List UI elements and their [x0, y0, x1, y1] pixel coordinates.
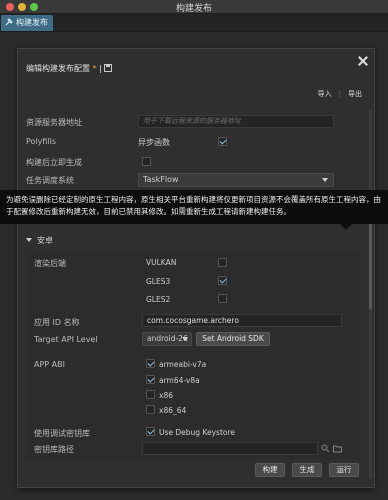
title-pipe: |	[99, 64, 102, 73]
chevron-down-icon	[182, 337, 188, 341]
android-section-header[interactable]: 安卓	[26, 235, 361, 249]
app-id-label: 应用 ID 名称	[34, 318, 80, 327]
abi-x86-64-label: x86_64	[159, 406, 187, 415]
scheduler-value: TaskFlow	[143, 175, 179, 184]
tab-bar: 构建发布	[0, 14, 388, 32]
abi-arm64-v8a-checkbox[interactable]	[146, 375, 155, 384]
build-button[interactable]: 构建	[255, 463, 285, 477]
tab-label: 构建发布	[16, 18, 48, 27]
scrollbar[interactable]	[369, 109, 372, 479]
async-functions-checkbox[interactable]	[218, 137, 227, 146]
debug-keystore-label: 使用调试密钥库	[34, 429, 90, 438]
run-button[interactable]: 运行	[329, 463, 359, 477]
abi-armeabi-v7a-label: armeabi-v7a	[159, 360, 207, 369]
abi-armeabi-v7a-checkbox[interactable]	[146, 359, 155, 368]
keystore-path-label: 密钥库路径	[34, 445, 74, 454]
import-export-bar: 导入 | 导出	[318, 89, 362, 99]
export-button[interactable]: 导出	[348, 90, 362, 98]
abi-x86-checkbox[interactable]	[146, 390, 155, 399]
android-section-label: 安卓	[37, 236, 53, 245]
scheduler-label: 任务调度系统	[26, 176, 74, 185]
tooltip-arrow	[340, 224, 352, 230]
build-publish-window: 构建发布 构建发布 编辑构建发布配置 * | 导入 | 导出 资源服务器地址 用于下…	[0, 0, 388, 500]
android-settings: 渲染后端 VULKAN GLES3 GLES2 应用 ID 名称 com.coc…	[26, 250, 361, 460]
debug-keystore-checkbox[interactable]	[146, 427, 155, 436]
resource-server-label: 资源服务器地址	[26, 118, 82, 127]
backend-vulkan-checkbox[interactable]	[218, 258, 227, 267]
resource-server-row: 资源服务器地址 用于下载远程资源的服务器地址	[26, 115, 366, 129]
backend-gles3-checkbox[interactable]	[218, 276, 227, 285]
build-generate-checkbox[interactable]	[142, 157, 151, 166]
backend-gles3-label: GLES3	[146, 277, 171, 286]
build-icon	[5, 18, 13, 26]
target-api-label: Target API Level	[34, 335, 98, 344]
backend-vulkan-label: VULKAN	[146, 258, 177, 267]
abi-arm64-v8a-label: arm64-v8a	[159, 376, 200, 385]
build-generate-label: 构建后立即生成	[26, 158, 82, 167]
import-button[interactable]: 导入	[318, 90, 332, 98]
close-icon[interactable]	[358, 56, 368, 66]
app-id-input[interactable]: com.cocosgame.archero	[142, 314, 342, 327]
title-bar: 构建发布	[0, 0, 388, 14]
chevron-down-icon	[322, 178, 328, 182]
search-icon[interactable]	[321, 444, 330, 453]
scheduler-row: 任务调度系统 TaskFlow	[26, 173, 366, 187]
render-backend-label: 渲染后端	[34, 259, 66, 268]
abi-x86-label: x86	[159, 391, 173, 400]
dialog-header: 编辑构建发布配置 * |	[18, 49, 374, 89]
app-abi-label: APP ABI	[34, 360, 65, 369]
folder-icon[interactable]	[333, 444, 342, 453]
dialog-title: 编辑构建发布配置 * |	[26, 63, 113, 74]
collapse-caret-icon	[26, 238, 32, 242]
window-title: 构建发布	[175, 4, 212, 14]
target-api-select[interactable]: android-26	[142, 332, 192, 346]
keystore-path-input[interactable]	[142, 442, 318, 455]
separator: |	[338, 90, 341, 98]
debug-keystore-option: Use Debug Keystore	[159, 428, 236, 437]
dialog-title-text: 编辑构建发布配置	[26, 64, 90, 73]
polyfills-row: Polyfills 异步函数	[26, 135, 366, 149]
scheduler-select[interactable]: TaskFlow	[138, 173, 334, 187]
build-generate-row: 构建后立即生成	[26, 155, 366, 169]
tooltip: 为避免误删除已经定制的原生工程内容，原生相关平台重新构建将仅更新项目资源不会覆盖…	[0, 190, 388, 224]
save-icon[interactable]	[104, 64, 113, 72]
resource-server-input[interactable]: 用于下载远程资源的服务器地址	[138, 115, 334, 128]
unsaved-marker: *	[92, 64, 97, 73]
polyfills-label: Polyfills	[26, 137, 57, 146]
polyfills-option: 异步函数	[138, 138, 170, 147]
generate-button[interactable]: 生成	[292, 463, 322, 477]
backend-gles2-label: GLES2	[146, 295, 171, 304]
tab-build-publish[interactable]: 构建发布	[1, 15, 53, 31]
backend-gles2-checkbox[interactable]	[218, 294, 227, 303]
abi-x86-64-checkbox[interactable]	[146, 405, 155, 414]
set-android-sdk-button[interactable]: Set Android SDK	[196, 332, 270, 346]
